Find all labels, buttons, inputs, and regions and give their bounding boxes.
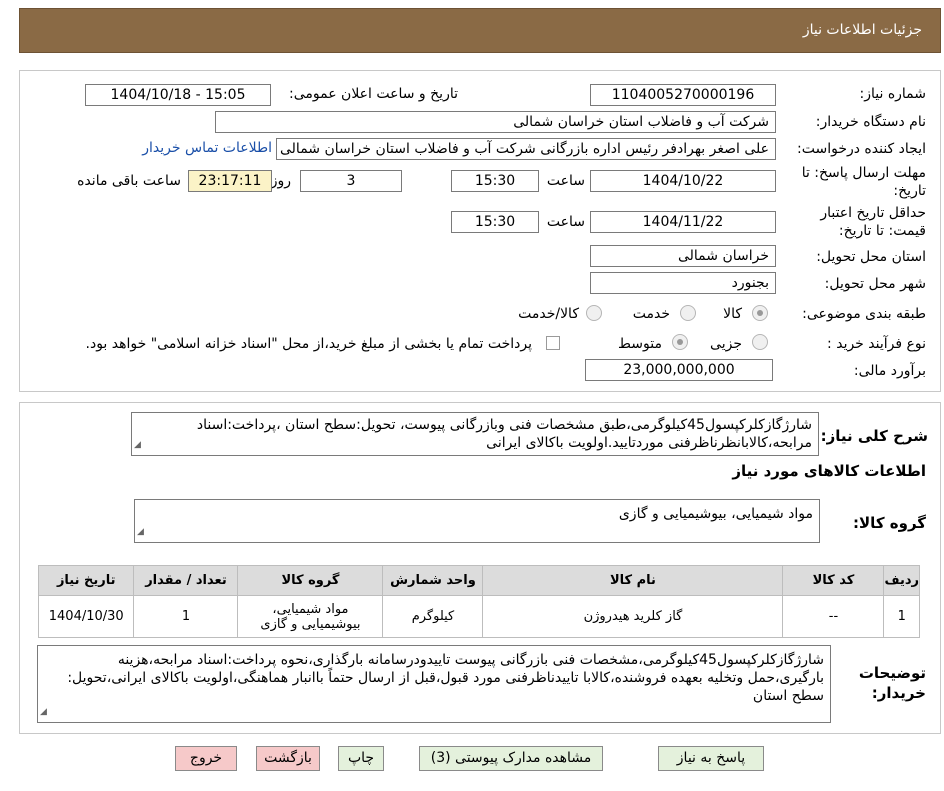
validity-date-field: 1404/11/22 — [590, 211, 776, 233]
view-attachments-button[interactable]: مشاهده مدارک پیوستی (3) — [419, 746, 603, 771]
table-row: 1 -- گاز کلرید هیدروژن کیلوگرم مواد شیمی… — [37, 595, 920, 638]
exit-button[interactable]: خروج — [175, 746, 237, 771]
buyer-notes-text: شارژگازکلرکپسول45کیلوگرمی،مشخصات فنی باز… — [67, 652, 824, 704]
validity-time-field: 15:30 — [451, 211, 539, 233]
cell-need-date: 1404/10/30 — [37, 595, 135, 638]
resize-grip-icon[interactable]: ◢ — [137, 523, 144, 541]
validity-label-line1: حداقل تاریخ اعتبار — [820, 205, 926, 221]
print-button[interactable]: چاپ — [338, 746, 384, 771]
col-goods-group: گروه کالا — [237, 565, 384, 596]
col-unit: واحد شمارش — [382, 565, 484, 596]
goods-group-label: گروه کالا: — [853, 514, 926, 532]
treasury-payment-note: پرداخت تمام یا بخشی از مبلغ خرید،از محل … — [85, 336, 532, 352]
need-number-field: 1104005270000196 — [590, 84, 776, 106]
validity-time-label: ساعت — [546, 214, 585, 230]
budget-label: برآورد مالی: — [853, 363, 926, 379]
deadline-label-line1: مهلت ارسال پاسخ: تا — [801, 165, 926, 181]
process-radio-minor[interactable] — [752, 334, 768, 350]
items-table: ردیف کد کالا نام کالا واحد شمارش گروه کا… — [37, 565, 920, 638]
remaining-days-field: 3 — [300, 170, 402, 192]
cell-quantity: 1 — [133, 595, 239, 638]
summary-textarea[interactable]: شارژگازکلرکپسول45کیلوگرمی،طبق مشخصات فنی… — [131, 412, 819, 456]
buyer-org-label: نام دستگاه خریدار: — [815, 114, 926, 130]
page-title: جزئیات اطلاعات نیاز — [802, 22, 922, 38]
summary-text: شارژگازکلرکپسول45کیلوگرمی،طبق مشخصات فنی… — [196, 417, 812, 451]
deadline-label-line2: تاریخ: — [893, 183, 926, 199]
announce-date-label: تاریخ و ساعت اعلان عمومی: — [289, 86, 458, 102]
budget-field: 23,000,000,000 — [585, 359, 773, 381]
buyer-contact-link[interactable]: اطلاعات تماس خریدار — [142, 140, 272, 156]
col-row-number: ردیف — [883, 565, 920, 596]
items-section-title: اطلاعات کالاهای مورد نیاز — [732, 462, 926, 480]
back-button[interactable]: بازگشت — [256, 746, 320, 771]
col-item-code: کد کالا — [782, 565, 885, 596]
buyer-org-field: شرکت آب و فاضلاب استان خراسان شمالی — [215, 111, 776, 133]
reply-to-need-button[interactable]: پاسخ به نیاز — [658, 746, 764, 771]
page-header: جزئیات اطلاعات نیاز — [19, 8, 941, 53]
process-option-minor: جزیی — [710, 336, 742, 352]
col-item-name: نام کالا — [482, 565, 784, 596]
cell-goods-group: مواد شیمیایی، بیوشیمیایی و گازی — [237, 595, 384, 638]
buyer-notes-label-line1: توضیحات — [858, 664, 926, 682]
cell-unit: کیلوگرم — [382, 595, 484, 638]
category-option-service: خدمت — [632, 306, 670, 322]
city-field: بجنورد — [590, 272, 776, 294]
buyer-notes-textarea[interactable]: شارژگازکلرکپسول45کیلوگرمی،مشخصات فنی باز… — [37, 645, 831, 723]
process-radio-medium[interactable] — [672, 334, 688, 350]
process-option-medium: متوسط — [618, 336, 662, 352]
deadline-time-field: 15:30 — [451, 170, 539, 192]
resize-grip-icon[interactable]: ◢ — [134, 436, 141, 454]
remaining-time-field: 23:17:11 — [188, 170, 272, 192]
resize-grip-icon[interactable]: ◢ — [40, 703, 47, 721]
category-option-goods-service: کالا/خدمت — [518, 306, 579, 322]
deadline-time-label: ساعت — [546, 173, 585, 189]
creator-field: علی اصغر بهرادفر رئیس اداره بازرگانی شرک… — [276, 138, 776, 160]
goods-group-textarea[interactable]: مواد شیمیایی، بیوشیمیایی و گازی ◢ — [134, 499, 820, 543]
cell-row-number: 1 — [883, 595, 920, 638]
cell-item-name: گاز کلرید هیدروژن — [482, 595, 784, 638]
announce-date-field: 1404/10/18 - 15:05 — [85, 84, 271, 106]
process-label: نوع فرآیند خرید : — [827, 336, 926, 352]
items-table-header-row: ردیف کد کالا نام کالا واحد شمارش گروه کا… — [37, 565, 920, 596]
province-field: خراسان شمالی — [590, 245, 776, 267]
treasury-payment-checkbox[interactable] — [546, 336, 560, 350]
city-label: شهر محل تحویل: — [824, 276, 926, 292]
col-quantity: تعداد / مقدار — [133, 565, 239, 596]
summary-label: شرح کلی نیاز: — [820, 427, 928, 445]
goods-group-text: مواد شیمیایی، بیوشیمیایی و گازی — [618, 506, 813, 522]
deadline-date-field: 1404/10/22 — [590, 170, 776, 192]
category-option-goods: کالا — [723, 306, 742, 322]
province-label: استان محل تحویل: — [816, 249, 926, 265]
category-radio-service[interactable] — [680, 305, 696, 321]
col-need-date: تاریخ نیاز — [37, 565, 135, 596]
cell-item-code: -- — [782, 595, 885, 638]
creator-label: ایجاد کننده درخواست: — [797, 141, 926, 157]
category-label: طبقه بندی موضوعی: — [802, 306, 926, 322]
category-radio-goods-service[interactable] — [586, 305, 602, 321]
validity-label-line2: قیمت: تا تاریخ: — [838, 223, 926, 239]
need-number-label: شماره نیاز: — [859, 86, 927, 102]
buyer-notes-label-line2: خریدار: — [871, 684, 926, 702]
category-radio-goods[interactable] — [752, 305, 768, 321]
remaining-time-label: ساعت باقی مانده — [77, 173, 181, 189]
